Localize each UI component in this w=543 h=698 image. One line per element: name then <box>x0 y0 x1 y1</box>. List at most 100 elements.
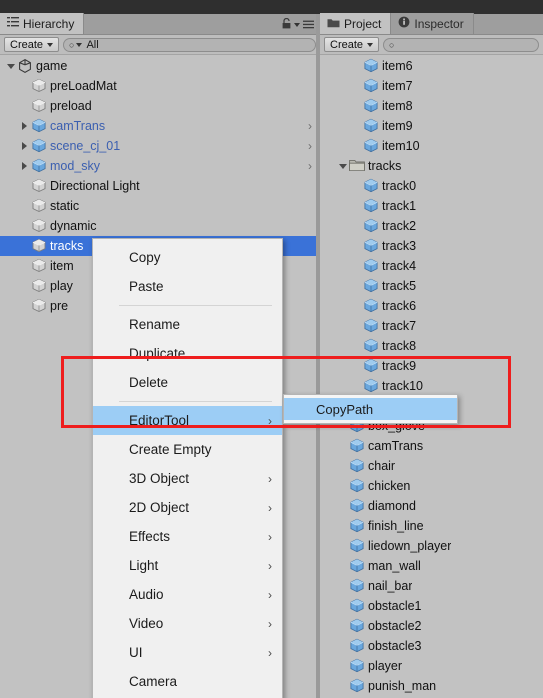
tree-row[interactable]: chicken <box>320 476 543 496</box>
tree-row[interactable]: camTrans › <box>0 116 320 136</box>
tree-row[interactable]: tracks <box>320 156 543 176</box>
tab-inspector[interactable]: Inspector <box>391 13 474 34</box>
hierarchy-create-button[interactable]: Create <box>4 37 60 52</box>
project-create-button[interactable]: Create <box>324 37 380 52</box>
tree-row-label: track1 <box>382 199 417 213</box>
context-menu[interactable]: Copy Paste Rename Duplicate Delete EditorTool… <box>92 238 283 698</box>
tree-row[interactable]: chair <box>320 456 543 476</box>
tree-row[interactable]: preload <box>0 96 320 116</box>
tree-row[interactable]: track5 <box>320 276 543 296</box>
tree-row[interactable]: track0 <box>320 176 543 196</box>
foldout-open-icon[interactable] <box>4 63 17 69</box>
tree-row-label: dynamic <box>50 219 97 233</box>
tree-row-label: item8 <box>382 99 413 113</box>
hierarchy-search-input[interactable]: ○ All <box>63 37 316 52</box>
unity-icon <box>17 58 33 74</box>
menu-item-duplicate[interactable]: Duplicate <box>93 339 282 368</box>
tree-row-label: punish_man <box>368 679 437 693</box>
tree-row[interactable]: track3 <box>320 236 543 256</box>
tree-row-label: game <box>36 59 68 73</box>
menu-item-create-empty[interactable]: Create Empty <box>93 435 282 464</box>
tree-row[interactable]: player <box>320 656 543 676</box>
foldout-open-icon[interactable] <box>336 163 349 169</box>
tree-row[interactable]: preLoadMat <box>0 76 320 96</box>
tree-row[interactable]: camTrans <box>320 436 543 456</box>
prefab-icon <box>349 658 365 674</box>
menu-item-light[interactable]: Light › <box>93 551 282 580</box>
prefab-icon <box>363 198 379 214</box>
tree-row[interactable]: obstacle2 <box>320 616 543 636</box>
menu-item-effects[interactable]: Effects › <box>93 522 282 551</box>
panel-divider[interactable] <box>316 14 320 698</box>
tree-row[interactable]: dynamic <box>0 216 320 236</box>
submenu-arrow-icon: › <box>268 529 272 544</box>
tree-row-label: track7 <box>382 319 417 333</box>
tree-row[interactable]: mod_sky › <box>0 156 320 176</box>
chevron-right-icon[interactable]: › <box>308 119 312 133</box>
tree-row[interactable]: track2 <box>320 216 543 236</box>
menu-item-ui[interactable]: UI › <box>93 638 282 667</box>
cube-icon <box>31 298 47 314</box>
submenu-arrow-icon: › <box>268 587 272 602</box>
menu-item-audio[interactable]: Audio › <box>93 580 282 609</box>
tree-row[interactable]: nail_bar <box>320 576 543 596</box>
tree-row[interactable]: finish_line <box>320 516 543 536</box>
chevron-right-icon[interactable]: › <box>308 159 312 173</box>
editortool-submenu[interactable]: CopyPath <box>283 394 458 424</box>
tree-row[interactable]: item10 <box>320 136 543 156</box>
tree-row[interactable]: obstacle3 <box>320 636 543 656</box>
tree-row[interactable]: man_wall <box>320 556 543 576</box>
tree-row-label: item <box>50 259 74 273</box>
menu-item-copy[interactable]: Copy <box>93 243 282 272</box>
tree-row[interactable]: item8 <box>320 96 543 116</box>
tree-row[interactable]: track10 <box>320 376 543 396</box>
tree-row[interactable]: track9 <box>320 356 543 376</box>
foldout-closed-icon[interactable] <box>18 142 31 150</box>
cube-icon <box>31 258 47 274</box>
menu-item-3d-object[interactable]: 3D Object › <box>93 464 282 493</box>
tree-row[interactable]: punish_man <box>320 676 543 696</box>
chevron-down-icon[interactable] <box>294 23 300 27</box>
tree-row[interactable]: track1 <box>320 196 543 216</box>
prefab-icon <box>363 98 379 114</box>
tree-row[interactable]: obstacle1 <box>320 596 543 616</box>
menu-item-camera[interactable]: Camera <box>93 667 282 696</box>
menu-item-delete[interactable]: Delete <box>93 368 282 397</box>
tree-row[interactable]: item9 <box>320 116 543 136</box>
tree-row[interactable]: game <box>0 56 320 76</box>
cube-icon <box>31 178 47 194</box>
tree-row[interactable]: track6 <box>320 296 543 316</box>
tree-row[interactable]: liedown_player <box>320 536 543 556</box>
folder-icon <box>327 17 340 31</box>
tree-row[interactable]: scene_cj_01 › <box>0 136 320 156</box>
tree-row[interactable]: track7 <box>320 316 543 336</box>
menu-item-2d-object[interactable]: 2D Object › <box>93 493 282 522</box>
tree-row[interactable]: track8 <box>320 336 543 356</box>
project-search-input[interactable]: ○ <box>383 37 539 52</box>
tab-project[interactable]: Project <box>320 13 392 34</box>
lock-icon[interactable] <box>282 16 291 34</box>
tab-hierarchy[interactable]: Hierarchy <box>0 13 85 34</box>
hierarchy-toolbar: Create ○ All <box>0 35 320 55</box>
project-tree[interactable]: item6 item7 item8 item9 item10 tracks track0 tr… <box>320 56 543 698</box>
foldout-closed-icon[interactable] <box>18 162 31 170</box>
menu-item-editortool[interactable]: EditorTool › <box>93 406 282 435</box>
foldout-closed-icon[interactable] <box>18 122 31 130</box>
menu-item-video[interactable]: Video › <box>93 609 282 638</box>
project-create-label: Create <box>330 38 364 51</box>
tree-row-label: mod_sky <box>50 159 101 173</box>
tree-row[interactable]: static <box>0 196 320 216</box>
tree-row[interactable]: track4 <box>320 256 543 276</box>
submenu-arrow-icon: › <box>268 500 272 515</box>
submenu-item-copypath[interactable]: CopyPath <box>284 398 457 420</box>
tree-row[interactable]: Directional Light <box>0 176 320 196</box>
panel-menu-icon[interactable] <box>303 16 314 34</box>
tree-row[interactable]: diamond <box>320 496 543 516</box>
menu-item-paste[interactable]: Paste <box>93 272 282 301</box>
tree-row[interactable]: item6 <box>320 56 543 76</box>
menu-item-rename[interactable]: Rename <box>93 310 282 339</box>
prefab-icon <box>363 218 379 234</box>
chevron-right-icon[interactable]: › <box>308 139 312 153</box>
tree-row-label: track6 <box>382 299 417 313</box>
tree-row[interactable]: item7 <box>320 76 543 96</box>
